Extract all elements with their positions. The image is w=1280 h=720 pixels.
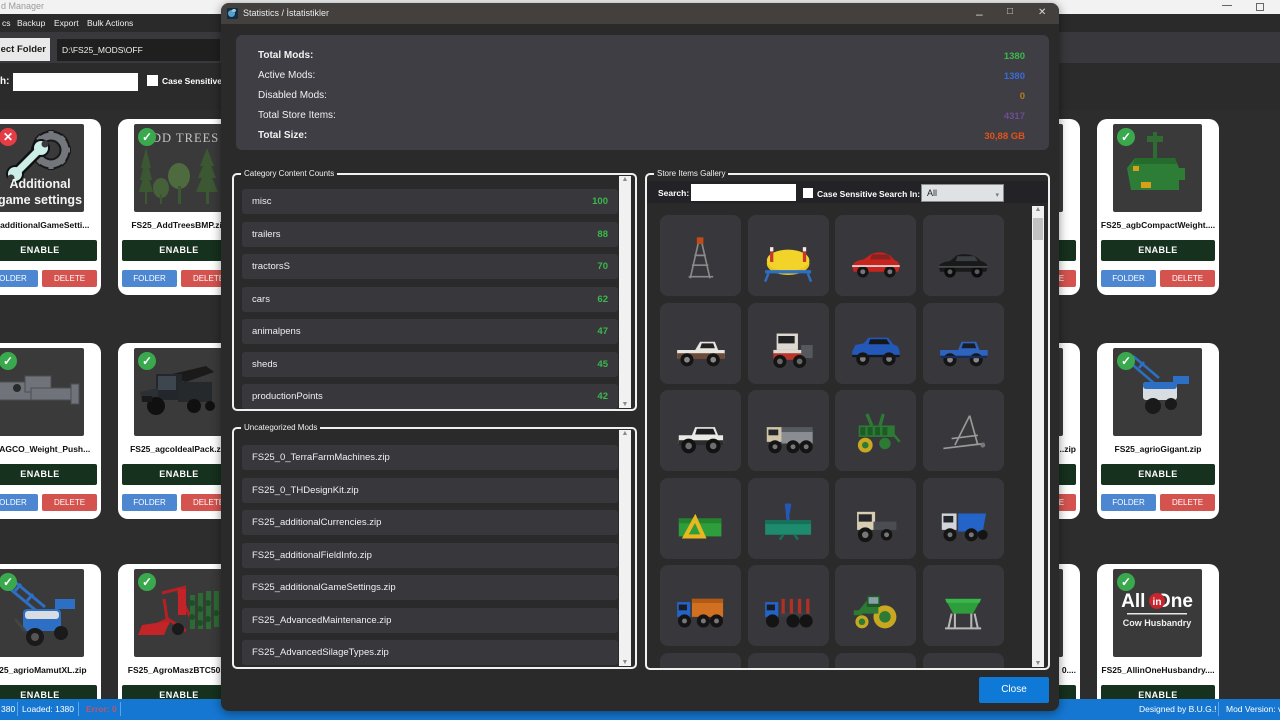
svg-text:in: in [1153,597,1162,608]
svg-text:game settings: game settings [0,193,82,207]
svg-text:Cow Husbandry: Cow Husbandry [1123,618,1192,628]
svg-text:Additional: Additional [9,177,70,191]
